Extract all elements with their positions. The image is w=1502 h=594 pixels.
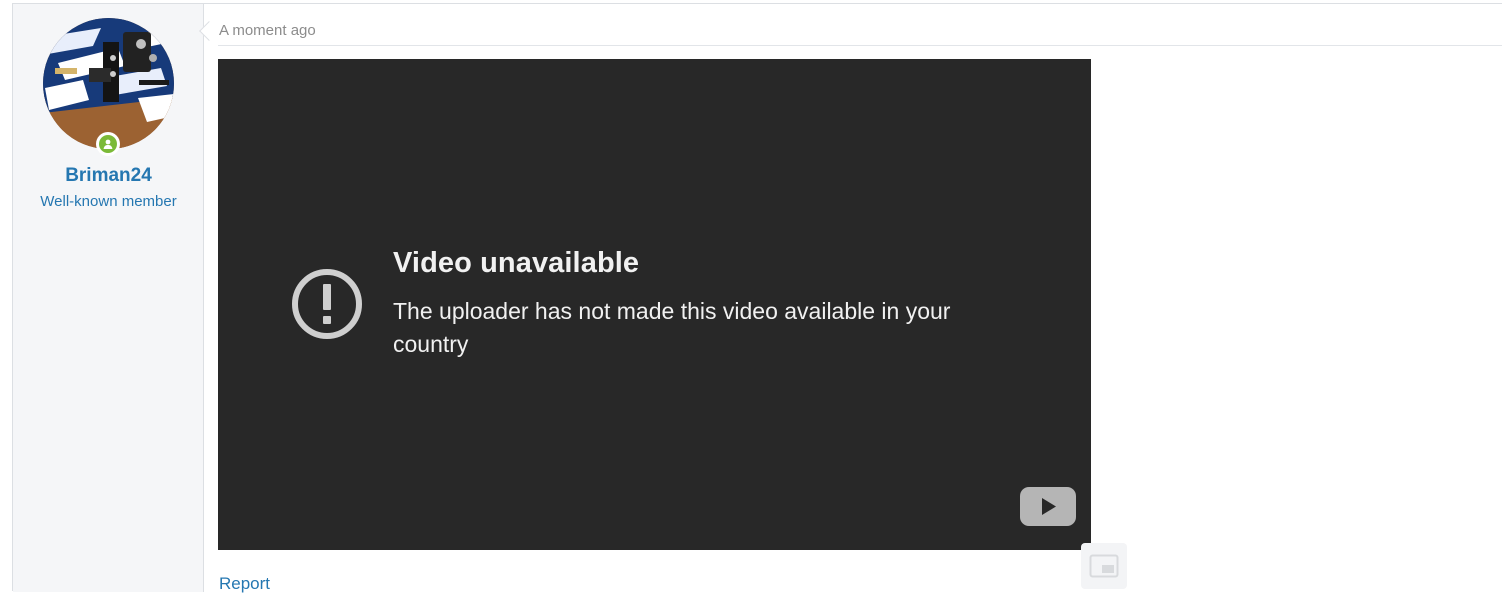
user-sidebar: Briman24 Well-known member: [13, 4, 204, 592]
user-online-icon: [103, 139, 113, 149]
picture-in-picture-icon: [1089, 554, 1119, 578]
username-link[interactable]: Briman24: [13, 165, 204, 187]
exclamation-circle-icon: [292, 269, 362, 339]
avatar-image: [43, 18, 174, 149]
online-status-badge: [96, 132, 120, 156]
avatar[interactable]: [43, 18, 174, 149]
picture-in-picture-button[interactable]: [1081, 543, 1127, 589]
youtube-play-icon[interactable]: [1020, 487, 1076, 526]
video-error-message: The uploader has not made this video ava…: [393, 298, 951, 357]
video-embed[interactable]: Video unavailable The uploader has not m…: [218, 59, 1091, 550]
forum-post: Briman24 Well-known member A moment ago …: [12, 3, 1502, 594]
post-timestamp[interactable]: A moment ago: [219, 22, 316, 39]
post-header: A moment ago: [218, 4, 1502, 46]
report-link[interactable]: Report: [219, 574, 270, 594]
video-error-title: Video unavailable: [393, 247, 640, 279]
page-gutter: [0, 0, 12, 591]
user-title: Well-known member: [40, 193, 177, 210]
